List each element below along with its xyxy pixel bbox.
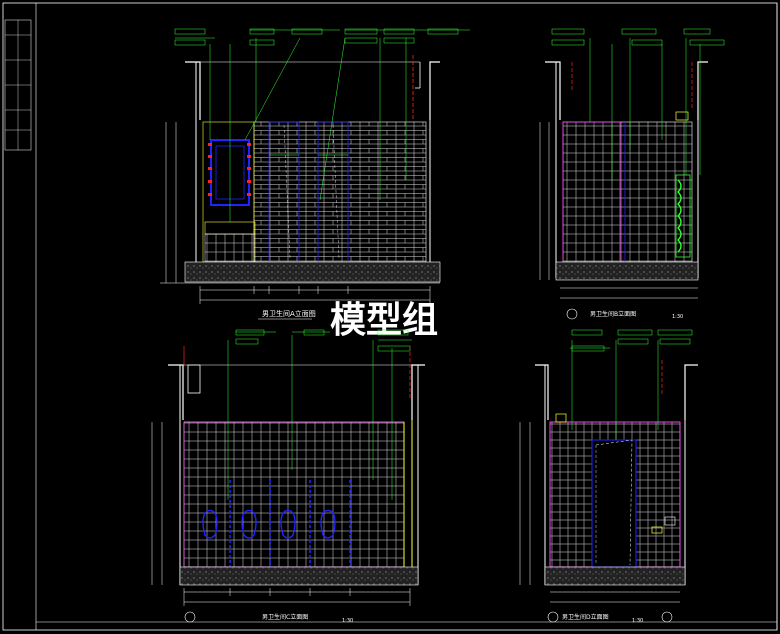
title-d: 男卫生间D立面图: [562, 613, 609, 621]
scale-b: 1:30: [672, 314, 683, 320]
title-block: [4, 19, 32, 151]
scale-d: 1:30: [632, 618, 643, 624]
elevation-a: [160, 28, 470, 304]
scale-c: 1:30: [342, 618, 353, 624]
cad-drawing-canvas: 男卫生间A立面图 男卫生间B立面图 1:30 模型组 男卫生间C立面图 1:30…: [2, 2, 778, 631]
title-c: 男卫生间C立面图: [262, 613, 308, 621]
title-a: 男卫生间A立面图: [262, 309, 316, 318]
elevation-c: [151, 329, 425, 623]
elevation-b: [539, 28, 725, 320]
elevation-d: [519, 329, 698, 623]
title-b: 男卫生间B立面图: [590, 310, 636, 318]
